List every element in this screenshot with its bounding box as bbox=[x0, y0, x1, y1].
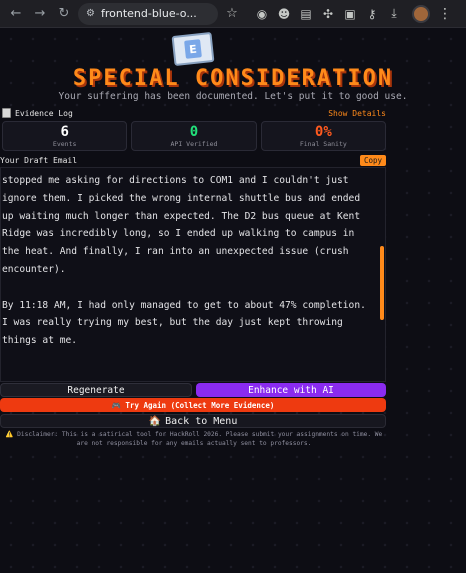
home-icon: 🏠 bbox=[148, 415, 162, 427]
key-icon[interactable]: ⚷ bbox=[364, 6, 380, 22]
draft-email-textarea[interactable]: stopped me asking for directions to COM1… bbox=[0, 167, 386, 382]
download-icon[interactable]: ⤓ bbox=[386, 6, 402, 22]
browser-toolbar: ← → ↻ ⚙ frontend-blue-o... ☆ ◉ ☻ ▤ ✣ ▣ ⚷… bbox=[0, 0, 466, 28]
folder-extension-icon[interactable]: ▤ bbox=[298, 6, 314, 22]
draft-header: Your Draft Email Copy bbox=[0, 154, 386, 166]
menu-kebab-icon[interactable]: ⋮ bbox=[438, 6, 452, 22]
evidence-log-label: Evidence Log bbox=[15, 108, 73, 118]
stat-events-value: 6 bbox=[60, 124, 69, 140]
page-subtitle: Your suffering has been documented. Let'… bbox=[58, 91, 408, 102]
bookmark-star-icon[interactable]: ☆ bbox=[222, 6, 242, 21]
stat-api-verified: 0 API Verified bbox=[131, 121, 257, 151]
disclaimer-text: ⚠️ Disclaimer: This is a satirical tool … bbox=[5, 431, 383, 447]
reload-icon[interactable]: ↻ bbox=[54, 4, 74, 24]
stat-final-sanity-label: Final Sanity bbox=[299, 140, 347, 148]
address-bar[interactable]: ⚙ frontend-blue-o... bbox=[78, 2, 218, 25]
draft-actions: Regenerate Enhance with AI bbox=[0, 383, 386, 397]
show-details-link[interactable]: Show Details bbox=[328, 109, 386, 118]
draft-email-body[interactable]: stopped me asking for directions to COM1… bbox=[1, 168, 385, 381]
site-settings-icon[interactable]: ⚙ bbox=[86, 8, 95, 19]
clipboard-icon bbox=[2, 108, 11, 118]
owl-extension-icon[interactable]: ☻ bbox=[276, 6, 292, 22]
camera-icon[interactable]: ◉ bbox=[254, 6, 270, 22]
back-to-menu-button[interactable]: 🏠 Back to Menu bbox=[0, 414, 386, 428]
try-again-button[interactable]: 🎮 Try Again (Collect More Evidence) bbox=[0, 398, 386, 412]
regenerate-button[interactable]: Regenerate bbox=[0, 383, 192, 397]
logo-letter: E bbox=[184, 39, 202, 59]
stat-api-verified-label: API Verified bbox=[170, 140, 218, 148]
draft-scrollbar[interactable] bbox=[380, 246, 384, 320]
reading-list-icon[interactable]: ▣ bbox=[342, 6, 358, 22]
envelope-logo-icon: E bbox=[171, 31, 215, 67]
stat-final-sanity: 0% Final Sanity bbox=[260, 121, 386, 151]
copy-button[interactable]: Copy bbox=[359, 154, 386, 166]
url-text: frontend-blue-o... bbox=[100, 7, 197, 20]
stat-events-label: Events bbox=[52, 140, 77, 148]
forward-arrow-icon[interactable]: → bbox=[30, 4, 50, 24]
evidence-log-header: Evidence Log Show Details bbox=[2, 106, 386, 120]
back-to-menu-label: Back to Menu bbox=[165, 415, 238, 427]
evidence-stats: 6 Events 0 API Verified 0% Final Sanity bbox=[2, 121, 386, 151]
draft-label: Your Draft Email bbox=[0, 155, 78, 165]
stat-events: 6 Events bbox=[2, 121, 128, 151]
stat-final-sanity-value: 0% bbox=[314, 124, 332, 140]
page-content: E SPECIAL CONSIDERATION Your suffering h… bbox=[0, 28, 466, 573]
enhance-ai-button[interactable]: Enhance with AI bbox=[196, 383, 386, 397]
page-title: SPECIAL CONSIDERATION bbox=[72, 66, 394, 91]
back-arrow-icon[interactable]: ← bbox=[6, 4, 26, 24]
puzzle-extensions-icon[interactable]: ✣ bbox=[320, 6, 336, 22]
stat-api-verified-value: 0 bbox=[189, 124, 199, 140]
profile-avatar[interactable] bbox=[412, 4, 430, 23]
